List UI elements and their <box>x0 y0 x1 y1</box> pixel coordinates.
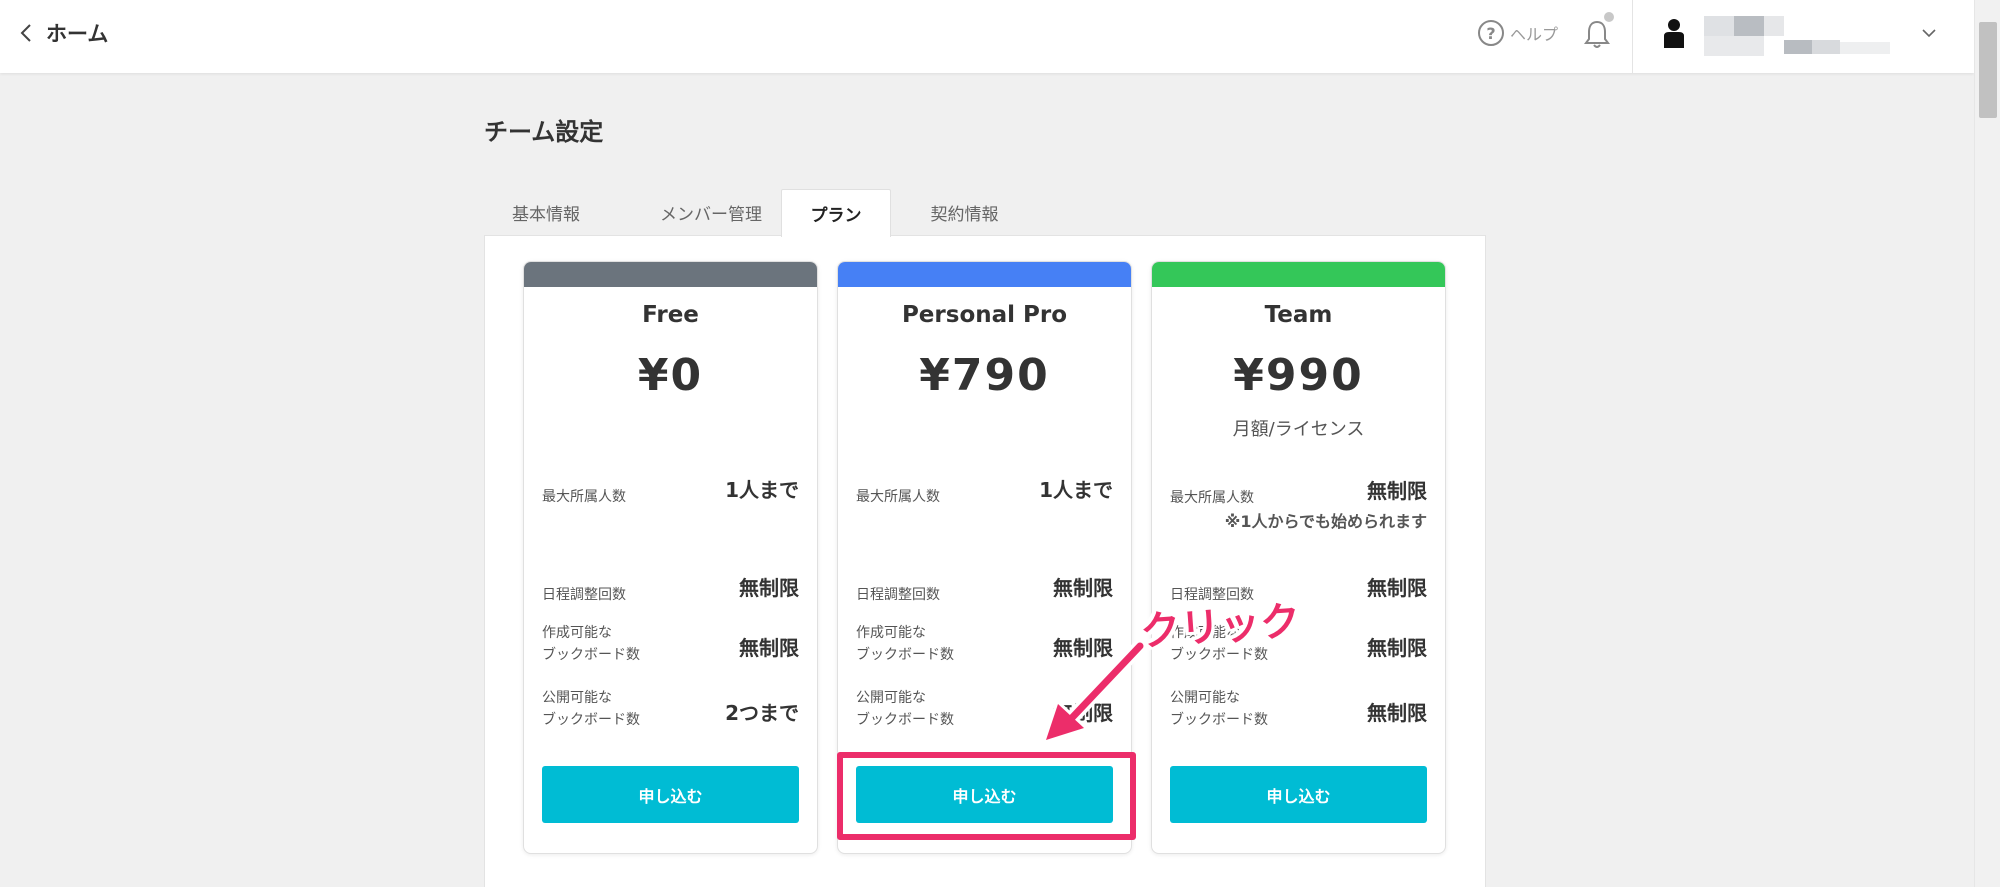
plan-name: Personal Pro <box>901 302 1068 328</box>
feature-note: ※1人からでも始められます <box>1224 512 1427 531</box>
feature-value: 無制限 <box>1367 479 1427 503</box>
feature-value: 1人まで <box>725 478 799 502</box>
plan-price: ¥990 <box>1233 350 1364 401</box>
feature-label: 公開可能な ブックボード数 <box>542 690 640 728</box>
plan-card-free: Free ¥0 最大所属人数 1人まで 日程調整回数 無制限 作成可能な ブックボ… <box>523 261 818 854</box>
plan-color-bar <box>1152 262 1445 287</box>
chevron-down-icon[interactable] <box>1920 24 1938 42</box>
bell-icon[interactable] <box>1582 18 1612 50</box>
tab-plan[interactable]: プラン <box>781 189 891 237</box>
apply-button-team[interactable]: 申し込む <box>1170 766 1427 823</box>
header-divider <box>1632 0 1633 73</box>
user-avatar-icon[interactable] <box>1662 18 1686 50</box>
plan-billing-note: 月額/ライセンス <box>1232 419 1365 440</box>
plan-price: ¥790 <box>919 350 1050 401</box>
feature-value: 1人まで <box>1039 478 1113 502</box>
feature-label: 最大所属人数 <box>856 489 940 505</box>
settings-tabs-overlay: プラン 契約情報 <box>484 189 1486 237</box>
back-home-link[interactable]: ホーム <box>18 18 108 48</box>
feature-value: 無制限 <box>1367 636 1427 660</box>
page-scrollbar[interactable] <box>1974 0 2000 887</box>
feature-label: 最大所属人数 <box>542 489 626 505</box>
plan-card-team: Team ¥990 月額/ライセンス 最大所属人数 無制限 ※1人からでも始めら… <box>1151 261 1446 854</box>
plan-name: Team <box>1264 302 1333 328</box>
top-header: ホーム ? ヘルプ <box>0 0 1974 73</box>
feature-label: 公開可能な ブックボード数 <box>856 690 954 728</box>
apply-button-free[interactable]: 申し込む <box>542 766 799 823</box>
feature-label: 日程調整回数 <box>856 587 940 603</box>
scrollbar-thumb[interactable] <box>1979 22 1997 118</box>
back-home-label: ホーム <box>46 22 109 46</box>
feature-value: 2つまで <box>725 701 799 725</box>
feature-value: 無制限 <box>739 576 799 600</box>
help-label: ヘルプ <box>1510 25 1559 44</box>
plan-name: Free <box>642 302 699 328</box>
plan-color-bar <box>838 262 1131 287</box>
tab-contract-info[interactable]: 契約情報 <box>902 189 1027 236</box>
feature-label: 公開可能な ブックボード数 <box>1170 690 1268 728</box>
page-title: チーム設定 <box>484 118 604 146</box>
notification-dot <box>1604 12 1614 22</box>
click-highlight-box <box>837 752 1136 840</box>
feature-value: 無制限 <box>1367 701 1427 725</box>
chevron-left-icon <box>20 24 31 42</box>
feature-label: 作成可能な ブックボード数 <box>856 625 954 663</box>
annotation-click-label: クリック <box>1138 598 1302 656</box>
plan-color-bar <box>524 262 817 287</box>
feature-label: 日程調整回数 <box>542 587 626 603</box>
feature-value: 無制限 <box>739 636 799 660</box>
feature-label: 作成可能な ブックボード数 <box>542 625 640 663</box>
feature-label: 最大所属人数 <box>1170 490 1254 506</box>
user-name-redacted <box>1704 16 1894 56</box>
plan-price: ¥0 <box>637 350 704 401</box>
feature-value: 無制限 <box>1053 576 1113 600</box>
feature-value: 無制限 <box>1367 576 1427 600</box>
help-link[interactable]: ? ヘルプ <box>1478 20 1558 46</box>
help-icon: ? <box>1478 20 1504 46</box>
